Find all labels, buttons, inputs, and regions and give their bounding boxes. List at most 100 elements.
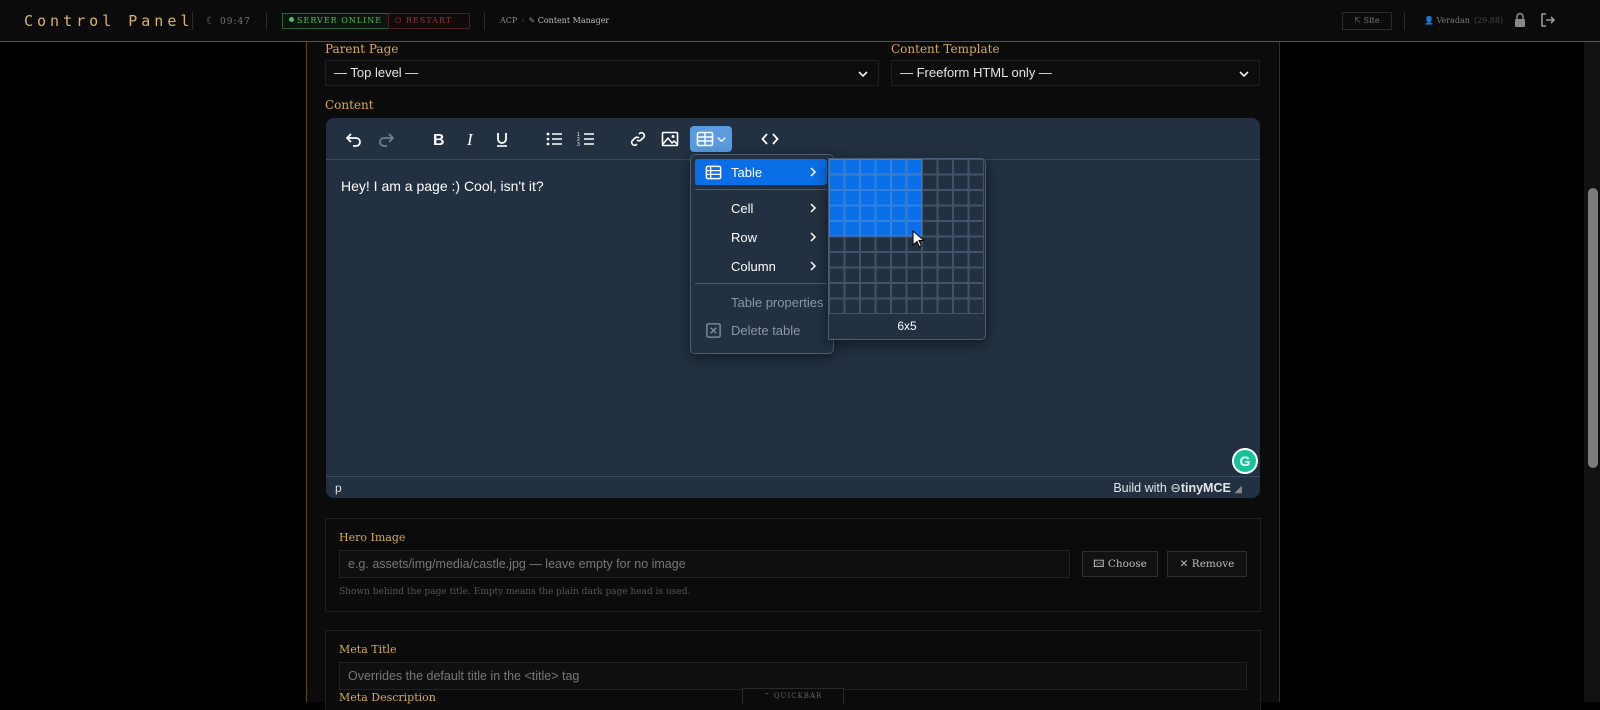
breadcrumb-root[interactable]: ACP <box>500 16 517 25</box>
table-grid-cell[interactable] <box>829 190 845 206</box>
menu-item-delete-table[interactable]: Delete table <box>695 317 827 343</box>
element-path[interactable]: p <box>335 481 342 495</box>
menu-item-column[interactable]: Column <box>695 253 827 279</box>
table-grid-cell[interactable] <box>891 236 907 252</box>
table-grid-cell[interactable] <box>860 267 876 283</box>
table-grid-cell[interactable] <box>922 221 938 237</box>
source-code-button[interactable] <box>756 126 784 152</box>
underline-button[interactable] <box>488 126 516 152</box>
bullet-list-button[interactable] <box>540 126 568 152</box>
logout-icon[interactable] <box>1540 12 1556 28</box>
table-grid-cell[interactable] <box>860 205 876 221</box>
remove-image-button[interactable]: ✕ Remove <box>1167 551 1247 577</box>
undo-button[interactable] <box>340 126 368 152</box>
meta-title-input[interactable]: Overrides the default title in the <titl… <box>339 662 1247 690</box>
table-grid-cell[interactable] <box>968 174 984 190</box>
table-grid-cell[interactable] <box>844 174 860 190</box>
table-grid-cell[interactable] <box>891 267 907 283</box>
table-grid-cell[interactable] <box>906 252 922 268</box>
table-grid-cell[interactable] <box>968 190 984 206</box>
table-grid-cell[interactable] <box>860 190 876 206</box>
table-grid-cell[interactable] <box>906 267 922 283</box>
table-grid-cell[interactable] <box>937 298 953 314</box>
redo-button[interactable] <box>372 126 400 152</box>
table-grid-cell[interactable] <box>875 267 891 283</box>
table-grid-cell[interactable] <box>860 174 876 190</box>
menu-item-cell[interactable]: Cell <box>695 195 827 221</box>
table-grid-cell[interactable] <box>922 205 938 221</box>
table-grid-cell[interactable] <box>891 174 907 190</box>
editor-content-area[interactable]: Hey! I am a page :) Cool, isn't it? <box>341 178 544 194</box>
table-grid-cell[interactable] <box>829 236 845 252</box>
table-grid-cell[interactable] <box>906 205 922 221</box>
table-grid-cell[interactable] <box>906 283 922 299</box>
table-grid-cell[interactable] <box>891 190 907 206</box>
table-grid-cell[interactable] <box>906 298 922 314</box>
table-grid-cell[interactable] <box>875 205 891 221</box>
table-grid-cell[interactable] <box>937 159 953 175</box>
table-grid-cell[interactable] <box>953 190 969 206</box>
restart-button[interactable]: ⏻ RESTART <box>388 13 470 29</box>
brand-title[interactable]: Control Panel <box>24 12 193 30</box>
table-grid-cell[interactable] <box>968 221 984 237</box>
table-grid-cell[interactable] <box>829 174 845 190</box>
table-grid-cell[interactable] <box>922 236 938 252</box>
table-grid-cell[interactable] <box>875 221 891 237</box>
table-grid-cell[interactable] <box>891 159 907 175</box>
table-grid-cell[interactable] <box>922 298 938 314</box>
page-scrollbar[interactable] <box>1584 42 1600 702</box>
table-grid-cell[interactable] <box>829 298 845 314</box>
table-grid-cell[interactable] <box>922 174 938 190</box>
scrollbar-thumb[interactable] <box>1588 188 1598 468</box>
table-grid-cell[interactable] <box>844 236 860 252</box>
table-grid-cell[interactable] <box>937 190 953 206</box>
site-button[interactable]: ⇱ Site <box>1342 12 1392 30</box>
table-grid-cell[interactable] <box>829 159 845 175</box>
table-grid-cell[interactable] <box>891 221 907 237</box>
table-grid-cell[interactable] <box>860 252 876 268</box>
table-grid-cell[interactable] <box>968 267 984 283</box>
table-grid-cell[interactable] <box>922 267 938 283</box>
table-grid-cell[interactable] <box>891 283 907 299</box>
table-grid-cell[interactable] <box>968 298 984 314</box>
menu-item-row[interactable]: Row <box>695 224 827 250</box>
hero-image-input[interactable]: e.g. assets/img/media/castle.jpg — leave… <box>339 550 1070 578</box>
table-grid-cell[interactable] <box>844 159 860 175</box>
table-grid-cell[interactable] <box>968 236 984 252</box>
table-grid-cell[interactable] <box>875 174 891 190</box>
table-grid-cell[interactable] <box>968 205 984 221</box>
table-grid-cell[interactable] <box>875 159 891 175</box>
table-grid-cell[interactable] <box>953 267 969 283</box>
table-grid-cell[interactable] <box>953 221 969 237</box>
table-size-grid[interactable] <box>829 159 984 314</box>
table-size-picker[interactable]: 6x5 <box>828 158 986 340</box>
table-grid-cell[interactable] <box>844 267 860 283</box>
table-grid-cell[interactable] <box>860 236 876 252</box>
tinymce-branding[interactable]: Build with ⊖tinyMCE ◢ <box>1113 480 1242 495</box>
table-grid-cell[interactable] <box>937 236 953 252</box>
image-button[interactable] <box>656 126 684 152</box>
parent-page-select[interactable]: — Top level — <box>325 60 879 86</box>
table-grid-cell[interactable] <box>891 298 907 314</box>
user-info[interactable]: 👤 Veradan (29.88) <box>1424 16 1503 25</box>
table-grid-cell[interactable] <box>844 221 860 237</box>
link-button[interactable] <box>624 126 652 152</box>
table-grid-cell[interactable] <box>953 205 969 221</box>
table-grid-cell[interactable] <box>906 159 922 175</box>
table-grid-cell[interactable] <box>860 298 876 314</box>
table-grid-cell[interactable] <box>922 252 938 268</box>
table-grid-cell[interactable] <box>937 174 953 190</box>
table-grid-cell[interactable] <box>875 252 891 268</box>
table-grid-cell[interactable] <box>891 252 907 268</box>
table-grid-cell[interactable] <box>829 205 845 221</box>
table-grid-cell[interactable] <box>891 205 907 221</box>
table-grid-cell[interactable] <box>844 205 860 221</box>
table-grid-cell[interactable] <box>922 190 938 206</box>
resize-handle-icon[interactable]: ◢ <box>1234 484 1242 495</box>
table-grid-cell[interactable] <box>906 190 922 206</box>
table-button[interactable] <box>690 126 732 152</box>
table-grid-cell[interactable] <box>953 236 969 252</box>
menu-item-table-properties[interactable]: Table properties <box>695 289 827 315</box>
bold-button[interactable]: B <box>424 126 452 152</box>
table-grid-cell[interactable] <box>968 252 984 268</box>
